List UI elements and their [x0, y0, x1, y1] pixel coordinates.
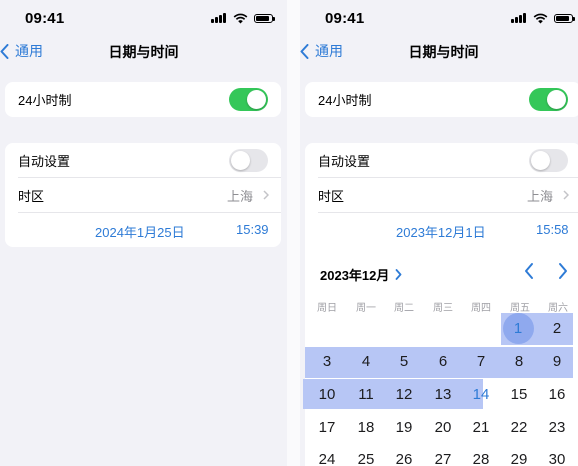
time-button[interactable]: 15:39	[236, 222, 269, 237]
calendar-day[interactable]: 3	[308, 353, 346, 370]
calendar-day[interactable]: 27	[424, 451, 462, 466]
auto-set-label: 自动设置	[18, 154, 71, 169]
hour24-row: 24小时制	[305, 82, 578, 117]
calendar-day[interactable]: 7	[462, 353, 500, 370]
phone-left: 09:41 通用 日期与时间 24小时制 自动设置 时区 上海 2024年1月2…	[0, 0, 287, 466]
divider	[18, 212, 281, 213]
weekday-label: 周四	[471, 303, 491, 314]
cellular-signal-icon	[211, 13, 227, 23]
auto-set-label: 自动设置	[318, 154, 371, 169]
status-bar: 09:41	[0, 0, 287, 36]
weekday-label: 周六	[548, 303, 568, 314]
calendar-day[interactable]: 26	[385, 451, 423, 466]
datetime-card: 自动设置 时区 上海 2024年1月25日 15:39	[5, 143, 281, 247]
nav-bar: 通用 日期与时间	[300, 36, 578, 66]
hour24-card: 24小时制	[305, 82, 578, 117]
battery-icon	[254, 13, 275, 23]
calendar-day[interactable]: 8	[500, 353, 538, 370]
calendar-day[interactable]: 22	[500, 419, 538, 436]
hour24-label: 24小时制	[318, 93, 372, 108]
hour24-card: 24小时制	[5, 82, 281, 117]
auto-set-row: 自动设置	[5, 143, 281, 178]
calendar-day[interactable]: 9	[538, 353, 576, 370]
weekday-label: 周二	[394, 303, 414, 314]
hour24-toggle[interactable]	[229, 88, 268, 111]
battery-icon	[554, 13, 575, 23]
hour24-label: 24小时制	[18, 93, 72, 108]
calendar-day-today[interactable]: 14	[462, 386, 500, 403]
page-title: 日期与时间	[408, 44, 479, 60]
prev-month-button[interactable]	[523, 262, 535, 280]
weekday-label: 周五	[510, 303, 530, 314]
status-time: 09:41	[25, 10, 65, 27]
calendar-day[interactable]: 20	[424, 419, 462, 436]
timezone-row[interactable]: 时区 上海	[305, 178, 578, 213]
chevron-right-icon	[263, 190, 269, 200]
calendar-day[interactable]: 30	[538, 451, 576, 466]
calendar-day[interactable]: 11	[347, 386, 385, 403]
month-year-picker-button[interactable]: 2023年12月	[320, 265, 402, 284]
calendar-day[interactable]: 23	[538, 419, 576, 436]
calendar-day[interactable]: 29	[500, 451, 538, 466]
auto-set-row: 自动设置	[305, 143, 578, 178]
wifi-icon	[233, 13, 248, 23]
nav-bar: 通用 日期与时间	[0, 36, 287, 66]
calendar-day[interactable]: 12	[385, 386, 423, 403]
wifi-icon	[533, 13, 548, 23]
month-label: 2023年12月	[320, 268, 390, 283]
calendar-day[interactable]: 21	[462, 419, 500, 436]
chevron-right-icon	[563, 190, 569, 200]
divider	[318, 212, 578, 213]
date-button[interactable]: 2024年1月25日	[95, 222, 185, 241]
calendar-day[interactable]: 13	[424, 386, 462, 403]
calendar-day[interactable]: 6	[424, 353, 462, 370]
cellular-signal-icon	[511, 13, 527, 23]
timezone-value: 上海	[526, 189, 553, 204]
calendar-day[interactable]: 17	[308, 419, 346, 436]
timezone-row[interactable]: 时区 上海	[5, 178, 281, 213]
calendar-day[interactable]: 15	[500, 386, 538, 403]
status-icons	[511, 12, 575, 24]
timezone-label: 时区	[18, 189, 45, 204]
status-icons	[211, 12, 275, 24]
status-time: 09:41	[325, 10, 365, 27]
calendar-day[interactable]: 24	[308, 451, 346, 466]
hour24-toggle[interactable]	[529, 88, 568, 111]
calendar-day[interactable]: 28	[462, 451, 500, 466]
calendar-day[interactable]: 10	[308, 386, 346, 403]
status-bar: 09:41	[300, 0, 578, 36]
calendar-day[interactable]: 25	[347, 451, 385, 466]
weekday-label: 周一	[356, 303, 376, 314]
calendar-day[interactable]: 2	[538, 320, 576, 337]
calendar-day[interactable]: 4	[347, 353, 385, 370]
weekday-label: 周三	[433, 303, 453, 314]
phone-right: 09:41 通用 日期与时间 24小时制 自动设置 时区 上海 2023年12月…	[300, 0, 578, 466]
screen-divider	[287, 0, 300, 466]
calendar-day[interactable]: 5	[385, 353, 423, 370]
timezone-label: 时区	[318, 189, 345, 204]
auto-set-toggle[interactable]	[529, 149, 568, 172]
calendar-day[interactable]: 1	[499, 320, 537, 337]
calendar-day[interactable]: 19	[385, 419, 423, 436]
time-button[interactable]: 15:58	[536, 222, 569, 237]
calendar-day[interactable]: 18	[347, 419, 385, 436]
timezone-value: 上海	[226, 189, 253, 204]
date-button[interactable]: 2023年12月1日	[396, 222, 486, 241]
hour24-row: 24小时制	[5, 82, 281, 117]
calendar-day[interactable]: 16	[538, 386, 576, 403]
weekday-label: 周日	[317, 303, 337, 314]
next-month-button[interactable]	[557, 262, 569, 280]
auto-set-toggle[interactable]	[229, 149, 268, 172]
page-title: 日期与时间	[108, 44, 179, 60]
chevron-right-icon	[395, 269, 402, 280]
